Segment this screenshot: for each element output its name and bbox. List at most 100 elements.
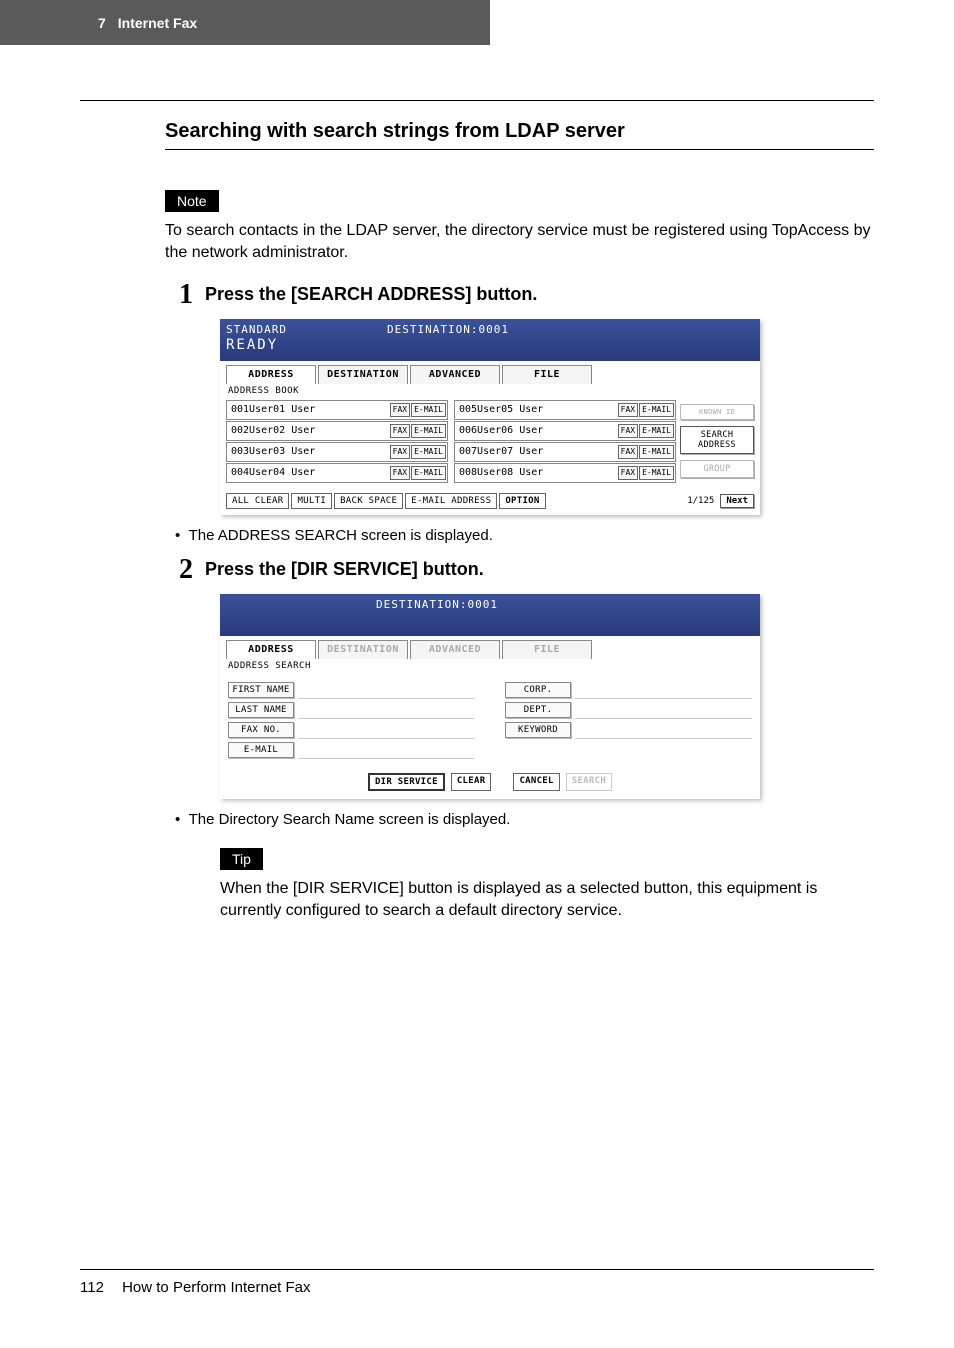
addr-name: 001User01 User: [227, 404, 390, 415]
footer: 112 How to Perform Internet Fax: [80, 1279, 311, 1296]
email-button[interactable]: E-MAIL: [411, 445, 446, 459]
email-button[interactable]: E-MAIL: [639, 403, 674, 417]
keyword-button[interactable]: KEYWORD: [505, 722, 571, 738]
group-button[interactable]: GROUP: [680, 460, 754, 478]
panel1-ready: READY: [226, 337, 754, 353]
fax-button[interactable]: FAX: [390, 403, 410, 417]
addr-row[interactable]: 004User04 User FAX E-MAIL: [226, 463, 448, 483]
addr-row[interactable]: 001User01 User FAX E-MAIL: [226, 400, 448, 420]
multi-button[interactable]: MULTI: [291, 493, 332, 509]
clear-button[interactable]: CLEAR: [451, 773, 492, 791]
email-button[interactable]: E-MAIL: [411, 466, 446, 480]
addr-name: 008User08 User: [455, 467, 618, 478]
fax-button[interactable]: FAX: [618, 466, 638, 480]
cancel-button[interactable]: CANCEL: [513, 773, 559, 791]
first-name-button[interactable]: FIRST NAME: [228, 682, 294, 698]
tab-destination[interactable]: DESTINATION: [318, 365, 408, 384]
fax-no-input[interactable]: [298, 721, 475, 739]
step1-bullet: • The ADDRESS SEARCH screen is displayed…: [175, 527, 874, 544]
address-book-panel: STANDARD DESTINATION:0001 READY ADDRESS …: [220, 319, 760, 515]
last-name-input[interactable]: [298, 701, 475, 719]
addr-row[interactable]: 006User06 User FAX E-MAIL: [454, 421, 676, 441]
fax-button[interactable]: FAX: [618, 403, 638, 417]
section-title: Searching with search strings from LDAP …: [165, 120, 874, 150]
step-2-number: 2: [165, 556, 205, 584]
addr-row[interactable]: 002User02 User FAX E-MAIL: [226, 421, 448, 441]
tab-destination: DESTINATION: [318, 640, 408, 659]
option-button[interactable]: OPTION: [499, 493, 545, 509]
fax-button[interactable]: FAX: [618, 445, 638, 459]
tip-text: When the [DIR SERVICE] button is display…: [220, 878, 874, 923]
tab-address[interactable]: ADDRESS: [226, 365, 316, 384]
top-rule: [80, 100, 874, 101]
step2-bullet: • The Directory Search Name screen is di…: [175, 811, 874, 828]
corp-button[interactable]: CORP.: [505, 682, 571, 698]
addr-row[interactable]: 008User08 User FAX E-MAIL: [454, 463, 676, 483]
panel2-tabs: ADDRESS DESTINATION ADVANCED FILE: [220, 636, 760, 659]
next-button[interactable]: Next: [720, 494, 754, 508]
tip-badge: Tip: [220, 848, 263, 870]
step-2: 2 Press the [DIR SERVICE] button.: [165, 556, 874, 584]
addr-row[interactable]: 005User05 User FAX E-MAIL: [454, 400, 676, 420]
fax-button[interactable]: FAX: [390, 466, 410, 480]
keyword-input[interactable]: [575, 721, 752, 739]
fax-button[interactable]: FAX: [618, 424, 638, 438]
note-text: To search contacts in the LDAP server, t…: [165, 220, 874, 265]
last-name-button[interactable]: LAST NAME: [228, 702, 294, 718]
panel2-subtitle: ADDRESS SEARCH: [220, 659, 760, 675]
addr-name: 004User04 User: [227, 467, 390, 478]
panel2-destination: DESTINATION:0001: [376, 598, 498, 611]
email-button[interactable]: E-MAIL: [639, 424, 674, 438]
step-1-title: Press the [SEARCH ADDRESS] button.: [205, 281, 537, 305]
chapter-title: Internet Fax: [118, 15, 197, 31]
tab-advanced[interactable]: ADVANCED: [410, 365, 500, 384]
addr-name: 005User05 User: [455, 404, 618, 415]
note-badge: Note: [165, 190, 219, 212]
email-button[interactable]: E-MAIL: [411, 424, 446, 438]
addr-col-right: 005User05 User FAX E-MAIL 006User06 User…: [454, 400, 676, 484]
all-clear-button[interactable]: ALL CLEAR: [226, 493, 289, 509]
fax-button[interactable]: FAX: [390, 424, 410, 438]
backspace-button[interactable]: BACK SPACE: [334, 493, 403, 509]
email-input[interactable]: [298, 741, 475, 759]
step-1-number: 1: [165, 281, 205, 309]
email-button[interactable]: E-MAIL: [228, 742, 294, 758]
addr-name: 002User02 User: [227, 425, 390, 436]
tab-address[interactable]: ADDRESS: [226, 640, 316, 659]
panel2-bottom-row: DIR SERVICE CLEAR CANCEL SEARCH: [220, 767, 760, 799]
panel1-destination: DESTINATION:0001: [387, 323, 509, 336]
addr-row[interactable]: 003User03 User FAX E-MAIL: [226, 442, 448, 462]
addr-name: 003User03 User: [227, 446, 390, 457]
known-id-button[interactable]: KNOWN ID: [680, 404, 754, 420]
corp-input[interactable]: [575, 681, 752, 699]
panel2-header: DESTINATION:0001: [220, 594, 760, 636]
addr-name: 006User06 User: [455, 425, 618, 436]
search-button[interactable]: SEARCH: [566, 773, 612, 791]
search-address-button[interactable]: SEARCH ADDRESS: [680, 426, 754, 454]
dir-service-button[interactable]: DIR SERVICE: [368, 773, 445, 791]
addr-name: 007User07 User: [455, 446, 618, 457]
tab-file[interactable]: FILE: [502, 365, 592, 384]
dept-button[interactable]: DEPT.: [505, 702, 571, 718]
step-1: 1 Press the [SEARCH ADDRESS] button.: [165, 281, 874, 309]
chapter-number: 7: [98, 15, 106, 31]
email-button[interactable]: E-MAIL: [639, 445, 674, 459]
step-2-title: Press the [DIR SERVICE] button.: [205, 556, 484, 580]
panel1-header: STANDARD DESTINATION:0001 READY: [220, 319, 760, 361]
footer-rule: [80, 1269, 874, 1270]
email-button[interactable]: E-MAIL: [411, 403, 446, 417]
dept-input[interactable]: [575, 701, 752, 719]
panel1-bottom-row: ALL CLEAR MULTI BACK SPACE E-MAIL ADDRES…: [220, 490, 760, 515]
addr-row[interactable]: 007User07 User FAX E-MAIL: [454, 442, 676, 462]
footer-title: How to Perform Internet Fax: [122, 1279, 310, 1296]
first-name-input[interactable]: [298, 681, 475, 699]
panel1-subtitle: ADDRESS BOOK: [220, 384, 760, 400]
email-address-button[interactable]: E-MAIL ADDRESS: [405, 493, 497, 509]
email-button[interactable]: E-MAIL: [639, 466, 674, 480]
fax-button[interactable]: FAX: [390, 445, 410, 459]
address-search-panel: DESTINATION:0001 ADDRESS DESTINATION ADV…: [220, 594, 760, 799]
panel1-mode: STANDARD: [226, 323, 287, 336]
fax-no-button[interactable]: FAX NO.: [228, 722, 294, 738]
tab-file: FILE: [502, 640, 592, 659]
page-count: 1/125: [683, 496, 718, 506]
